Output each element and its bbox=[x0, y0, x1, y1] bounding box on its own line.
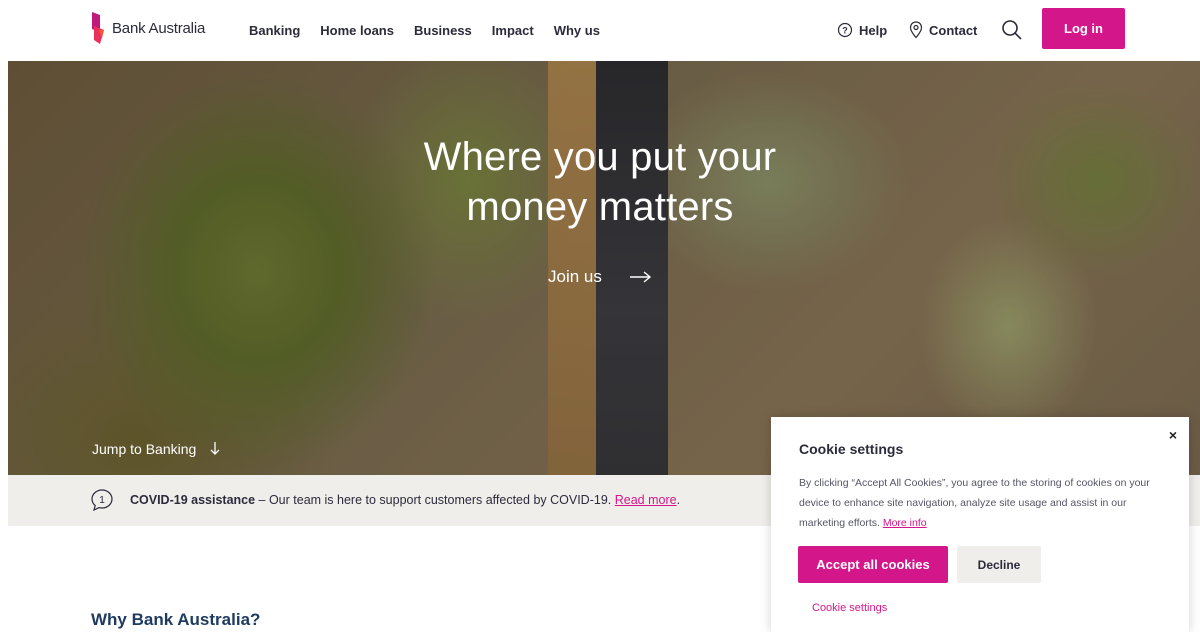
site-header: Bank Australia Banking Home loans Busine… bbox=[0, 0, 1200, 60]
nav-item-why-us[interactable]: Why us bbox=[554, 23, 600, 38]
covid-notice-title: COVID-19 assistance bbox=[130, 493, 256, 507]
help-link[interactable]: ? Help bbox=[837, 0, 887, 60]
svg-text:1: 1 bbox=[99, 495, 105, 506]
why-bank-australia-heading: Why Bank Australia? bbox=[91, 610, 261, 629]
nav-item-banking[interactable]: Banking bbox=[249, 23, 300, 38]
svg-text:?: ? bbox=[842, 26, 848, 36]
search-icon[interactable] bbox=[1000, 18, 1024, 42]
chat-bubble-info-icon: 1 bbox=[91, 489, 113, 512]
read-more-link[interactable]: Read more bbox=[615, 493, 677, 507]
contact-link[interactable]: Contact bbox=[909, 0, 977, 60]
login-button[interactable]: Log in bbox=[1042, 8, 1125, 49]
arrow-down-icon bbox=[210, 442, 220, 455]
help-label: Help bbox=[859, 22, 888, 38]
question-circle-icon: ? bbox=[837, 22, 853, 38]
decline-cookies-button[interactable]: Decline bbox=[957, 546, 1041, 583]
brand-name: Bank Australia bbox=[112, 19, 206, 37]
jump-to-banking-link[interactable]: Jump to Banking bbox=[92, 441, 220, 457]
location-pin-icon bbox=[909, 21, 923, 39]
arrow-right-icon bbox=[629, 271, 651, 283]
brand-logo[interactable]: Bank Australia bbox=[90, 12, 205, 44]
cookie-dialog-title: Cookie settings bbox=[799, 441, 904, 457]
logo-mark-icon bbox=[92, 12, 104, 44]
nav-item-business[interactable]: Business bbox=[414, 23, 472, 38]
close-icon[interactable]: × bbox=[1169, 427, 1177, 443]
contact-label: Contact bbox=[929, 22, 978, 38]
nav-item-impact[interactable]: Impact bbox=[492, 23, 534, 38]
more-info-link[interactable]: More info bbox=[883, 517, 927, 529]
cookie-settings-dialog: × Cookie settings By clicking “Accept Al… bbox=[771, 417, 1189, 632]
accept-all-cookies-button[interactable]: Accept all cookies bbox=[798, 546, 948, 583]
main-nav: Banking Home loans Business Impact Why u… bbox=[249, 0, 620, 60]
cookie-dialog-body: By clicking “Accept All Cookies”, you ag… bbox=[799, 477, 1150, 529]
nav-item-home-loans[interactable]: Home loans bbox=[320, 23, 394, 38]
join-us-link[interactable]: Join us bbox=[548, 267, 652, 287]
cookie-settings-link[interactable]: Cookie settings bbox=[812, 602, 887, 614]
hero-title: Where you put your money matters bbox=[423, 135, 777, 229]
covid-notice-text: COVID-19 assistance – Our team is here t… bbox=[130, 493, 681, 507]
jump-label: Jump to Banking bbox=[92, 441, 197, 457]
join-us-label: Join us bbox=[548, 267, 602, 286]
